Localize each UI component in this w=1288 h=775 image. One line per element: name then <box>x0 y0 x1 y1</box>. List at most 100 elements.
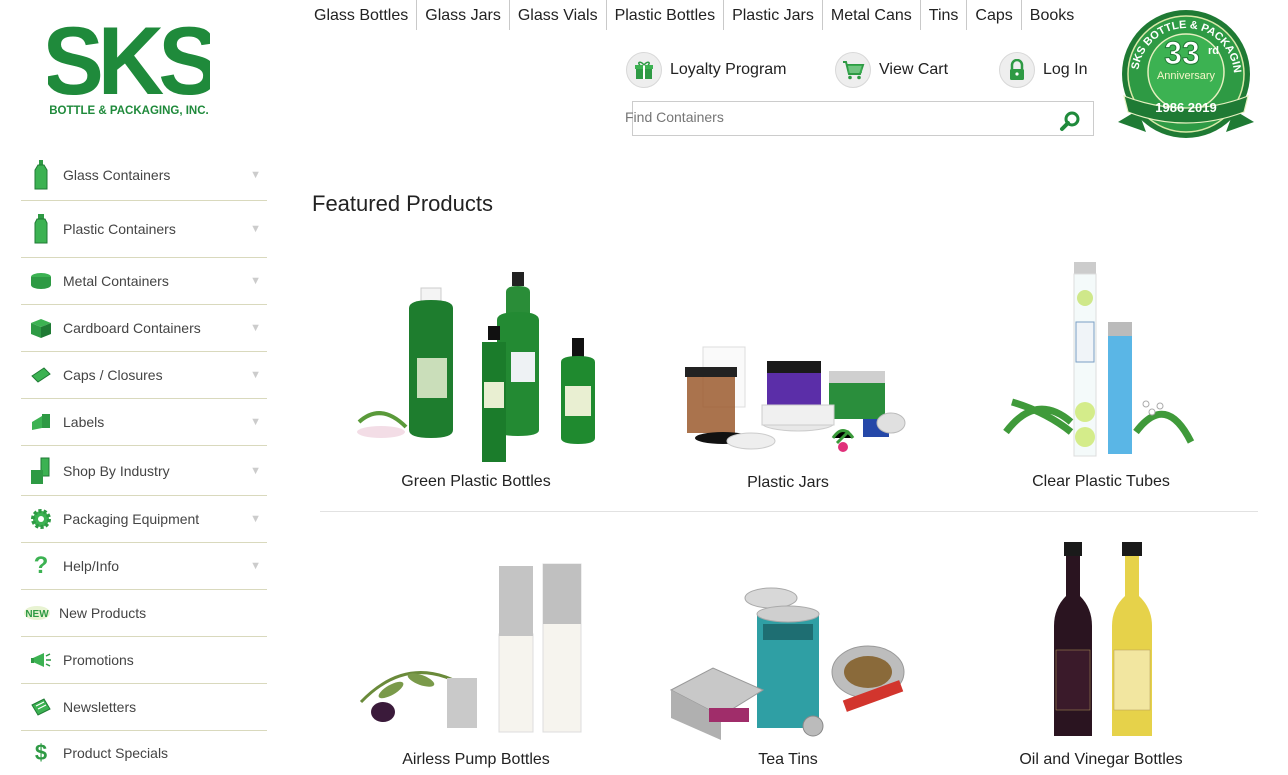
sidebar-item-packaging-equipment[interactable]: Packaging Equipment ▼ <box>21 496 267 543</box>
product-image-tea-tins[interactable] <box>663 540 913 740</box>
product-name[interactable]: Oil and Vinegar Bottles <box>976 751 1226 769</box>
sks-logo[interactable]: SKS BOTTLE & PACKAGING, INC. <box>48 10 210 120</box>
chevron-down-icon[interactable]: ▼ <box>250 275 261 287</box>
svg-text:Anniversary: Anniversary <box>1157 70 1216 82</box>
sidebar-item-label: Product Specials <box>63 745 169 761</box>
chevron-down-icon[interactable]: ▼ <box>250 560 261 572</box>
sidebar-item-label: Cardboard Containers <box>63 320 201 336</box>
sidebar-item-label: Help/Info <box>63 558 120 574</box>
product-card-green-plastic-bottles[interactable]: Green Plastic Bottles <box>351 262 601 491</box>
topnav-glass-jars[interactable]: Glass Jars <box>417 0 510 30</box>
svg-text:33: 33 <box>1164 35 1200 71</box>
svg-text:1986 2019: 1986 2019 <box>1155 100 1216 115</box>
sidebar-item-label: Metal Containers <box>63 273 169 289</box>
svg-text:NEW: NEW <box>25 609 49 620</box>
svg-text:BOTTLE & PACKAGING, INC.: BOTTLE & PACKAGING, INC. <box>49 105 209 117</box>
sidebar-item-labels[interactable]: Labels ▼ <box>21 399 267 446</box>
topnav-tins[interactable]: Tins <box>921 0 968 30</box>
topnav-books[interactable]: Books <box>1022 0 1082 30</box>
sidebar-item-plastic-containers[interactable]: Plastic Containers ▼ <box>21 201 267 258</box>
product-card-airless-pump-bottles[interactable]: Airless Pump Bottles <box>351 540 601 769</box>
sidebar-item-product-specials[interactable]: $ Product Specials <box>21 731 267 775</box>
sidebar-item-shop-by-industry[interactable]: Shop By Industry ▼ <box>21 446 267 496</box>
product-image-clear-plastic-tubes[interactable] <box>976 262 1226 462</box>
svg-text:SKS: SKS <box>48 10 210 114</box>
chevron-down-icon[interactable]: ▼ <box>250 322 261 334</box>
product-image-plastic-jars[interactable] <box>663 263 913 463</box>
chevron-down-icon[interactable]: ▼ <box>250 223 261 235</box>
sidebar-item-glass-containers[interactable]: Glass Containers ▼ <box>21 150 267 201</box>
topnav-glass-bottles[interactable]: Glass Bottles <box>306 0 418 30</box>
gear-icon <box>29 503 53 535</box>
megaphone-icon <box>29 644 53 676</box>
sidebar-item-label: Promotions <box>63 652 134 668</box>
cart-icon <box>835 52 871 88</box>
anniversary-badge: SKS BOTTLE & PACKAGING, INC. 33 rd Anniv… <box>1116 4 1254 138</box>
gift-icon <box>626 52 662 88</box>
topnav-plastic-jars[interactable]: Plastic Jars <box>724 0 823 30</box>
cap-icon <box>29 359 53 391</box>
sidebar-item-label: Shop By Industry <box>63 462 170 479</box>
search-box <box>623 101 1094 137</box>
sidebar-item-label: Plastic Containers <box>63 221 176 237</box>
topnav-glass-vials[interactable]: Glass Vials <box>510 0 607 30</box>
svg-text:rd: rd <box>1208 45 1219 57</box>
topnav-plastic-bottles[interactable]: Plastic Bottles <box>607 0 725 30</box>
chevron-down-icon[interactable]: ▼ <box>250 465 261 477</box>
sidebar-item-promotions[interactable]: Promotions <box>21 637 267 684</box>
sidebar-item-label: Packaging Equipment <box>63 511 200 527</box>
product-card-oil-and-vinegar-bottles[interactable]: Oil and Vinegar Bottles <box>976 540 1226 769</box>
sidebar-item-label: Caps / Closures <box>63 367 163 383</box>
metal-can-icon <box>29 265 53 297</box>
loyalty-program-link[interactable]: Loyalty Program <box>626 52 787 88</box>
sidebar-item-help-info[interactable]: ? Help/Info ▼ <box>21 543 267 590</box>
topnav-metal-cans[interactable]: Metal Cans <box>823 0 921 30</box>
product-name[interactable]: Clear Plastic Tubes <box>976 473 1226 491</box>
featured-products-heading: Featured Products <box>312 191 493 216</box>
new-icon: NEW <box>23 597 51 629</box>
sidebar-item-caps-closures[interactable]: Caps / Closures ▼ <box>21 352 267 399</box>
product-image-airless-pump-bottles[interactable] <box>351 540 601 740</box>
chevron-down-icon[interactable]: ▼ <box>250 369 261 381</box>
product-row-divider <box>320 511 1258 512</box>
sidebar-item-label: Labels <box>63 414 105 430</box>
product-card-tea-tins[interactable]: Tea Tins <box>663 540 913 769</box>
product-card-clear-plastic-tubes[interactable]: Clear Plastic Tubes <box>976 262 1226 491</box>
product-name[interactable]: Plastic Jars <box>663 474 913 492</box>
view-cart-link[interactable]: View Cart <box>835 52 948 88</box>
lock-icon <box>999 52 1035 88</box>
top-nav: Glass Bottles Glass Jars Glass Vials Pla… <box>306 0 1082 30</box>
search-input[interactable] <box>623 108 1047 126</box>
sidebar-item-metal-containers[interactable]: Metal Containers ▼ <box>21 258 267 305</box>
topnav-caps[interactable]: Caps <box>967 0 1022 30</box>
glass-bottle-icon <box>29 159 53 191</box>
question-icon: ? <box>33 552 49 579</box>
product-image-green-plastic-bottles[interactable] <box>351 262 601 462</box>
chevron-down-icon[interactable]: ▼ <box>250 169 261 181</box>
chevron-down-icon[interactable]: ▼ <box>250 416 261 428</box>
sidebar-item-label: Glass Containers <box>63 167 171 183</box>
loyalty-program-label: Loyalty Program <box>670 61 787 78</box>
newsletter-icon <box>29 691 53 723</box>
product-name[interactable]: Airless Pump Bottles <box>351 751 601 769</box>
log-in-link[interactable]: Log In <box>999 52 1087 88</box>
dollar-icon: $ <box>34 740 48 765</box>
sidebar-item-new-products[interactable]: NEW New Products <box>21 590 267 637</box>
product-card-plastic-jars[interactable]: Plastic Jars <box>663 263 913 492</box>
sidebar-item-newsletters[interactable]: Newsletters <box>21 684 267 731</box>
product-name[interactable]: Tea Tins <box>663 751 913 769</box>
category-sidebar: Glass Containers ▼ Plastic Containers ▼ … <box>21 150 267 775</box>
sidebar-item-cardboard-containers[interactable]: Cardboard Containers ▼ <box>21 305 267 352</box>
product-image-oil-and-vinegar-bottles[interactable] <box>976 540 1226 740</box>
search-icon[interactable] <box>1059 110 1081 137</box>
box-icon <box>29 312 53 344</box>
view-cart-label: View Cart <box>879 61 949 78</box>
sidebar-item-label: Newsletters <box>63 699 137 715</box>
product-name[interactable]: Green Plastic Bottles <box>351 473 601 491</box>
chevron-down-icon[interactable]: ▼ <box>250 513 261 525</box>
plastic-bottle-icon <box>29 213 53 245</box>
label-icon <box>29 406 53 438</box>
log-in-label: Log In <box>1043 61 1088 78</box>
industry-icon <box>29 455 53 487</box>
sidebar-item-label: New Products <box>59 605 147 621</box>
